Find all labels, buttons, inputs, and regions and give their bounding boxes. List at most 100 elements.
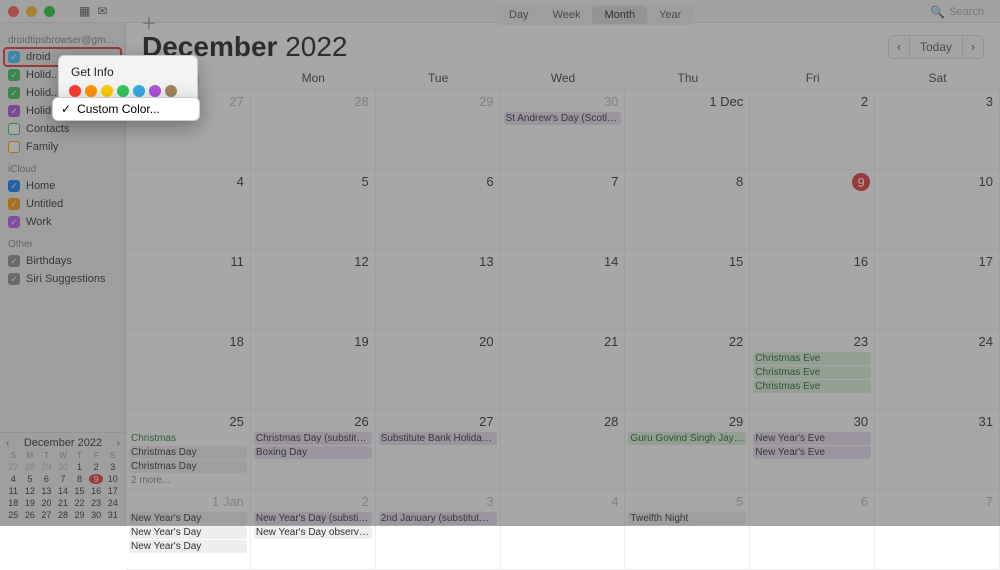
calendar-day-cell[interactable]: 29Guru Govind Singh Jayanti bbox=[625, 410, 750, 490]
mini-day[interactable]: 24 bbox=[105, 498, 120, 508]
mini-day[interactable]: 17 bbox=[105, 486, 120, 496]
calendar-checkbox[interactable] bbox=[8, 141, 20, 153]
mini-day[interactable]: 8 bbox=[72, 474, 87, 484]
mini-day[interactable]: 20 bbox=[39, 498, 54, 508]
calendar-checkbox[interactable]: ✓ bbox=[8, 69, 20, 81]
calendar-checkbox[interactable]: ✓ bbox=[8, 51, 20, 63]
calendar-event[interactable]: New Year's Eve bbox=[753, 446, 871, 459]
mini-day[interactable]: 31 bbox=[105, 510, 120, 520]
calendar-day-cell[interactable]: 19 bbox=[251, 330, 376, 410]
mini-day[interactable]: 12 bbox=[23, 486, 38, 496]
calendar-event[interactable]: Christmas Eve bbox=[753, 352, 871, 365]
calendar-grid[interactable]: 27282930St Andrew's Day (Scotlan...1 Dec… bbox=[126, 90, 1000, 570]
mini-day[interactable]: 19 bbox=[23, 498, 38, 508]
calendar-day-cell[interactable]: 31 bbox=[875, 410, 1000, 490]
calendar-event[interactable]: Christmas Day bbox=[129, 460, 247, 473]
calendar-day-cell[interactable]: 1 Dec bbox=[625, 90, 750, 170]
calendar-day-cell[interactable]: 18 bbox=[126, 330, 251, 410]
mini-day[interactable]: 21 bbox=[56, 498, 71, 508]
mini-day[interactable]: 26 bbox=[23, 510, 38, 520]
mini-day[interactable]: 2 bbox=[89, 462, 104, 472]
color-swatch[interactable] bbox=[149, 85, 161, 97]
calendar-day-cell[interactable]: 25ChristmasChristmas DayChristmas Day2 m… bbox=[126, 410, 251, 490]
calendar-day-cell[interactable]: 5 bbox=[251, 170, 376, 250]
mini-day[interactable]: 7 bbox=[56, 474, 71, 484]
calendar-event[interactable]: Guru Govind Singh Jayanti bbox=[628, 432, 746, 445]
calendar-checkbox[interactable]: ✓ bbox=[8, 198, 20, 210]
minimize-window-button[interactable] bbox=[26, 6, 37, 17]
calendar-event[interactable]: Christmas Day (substitute) bbox=[254, 432, 372, 445]
calendar-day-cell[interactable]: 9 bbox=[750, 170, 875, 250]
mini-day[interactable]: 6 bbox=[39, 474, 54, 484]
calendar-day-cell[interactable]: 24 bbox=[875, 330, 1000, 410]
mini-day[interactable]: 29 bbox=[72, 510, 87, 520]
mini-day[interactable]: 18 bbox=[6, 498, 21, 508]
calendar-day-cell[interactable]: 29 bbox=[376, 90, 501, 170]
calendar-day-cell[interactable]: 17 bbox=[875, 250, 1000, 330]
prev-month-button[interactable]: ‹ bbox=[889, 36, 909, 58]
calendar-event[interactable]: Christmas bbox=[129, 432, 247, 445]
calendar-day-cell[interactable]: 1 JanNew Year's DayNew Year's DayNew Yea… bbox=[126, 490, 251, 570]
calendar-day-cell[interactable]: 13 bbox=[376, 250, 501, 330]
calendar-day-cell[interactable]: 4 bbox=[501, 490, 626, 570]
calendar-event[interactable]: New Year's Day bbox=[129, 526, 247, 539]
calendar-day-cell[interactable]: 6 bbox=[376, 170, 501, 250]
calendar-day-cell[interactable]: 4 bbox=[126, 170, 251, 250]
calendar-checkbox[interactable]: ✓ bbox=[8, 273, 20, 285]
mini-day[interactable]: 9 bbox=[89, 474, 104, 484]
calendar-checkbox[interactable]: ✓ bbox=[8, 105, 20, 117]
view-year[interactable]: Year bbox=[647, 6, 693, 24]
color-swatch[interactable] bbox=[117, 85, 129, 97]
calendar-day-cell[interactable]: 21 bbox=[501, 330, 626, 410]
calendar-checkbox[interactable]: ✓ bbox=[8, 216, 20, 228]
calendar-day-cell[interactable]: 28 bbox=[501, 410, 626, 490]
mini-day[interactable]: 28 bbox=[23, 462, 38, 472]
mini-day[interactable]: 11 bbox=[6, 486, 21, 496]
mini-day[interactable]: 3 bbox=[105, 462, 120, 472]
color-swatch[interactable] bbox=[69, 85, 81, 97]
calendar-day-cell[interactable]: 15 bbox=[625, 250, 750, 330]
calendar-day-cell[interactable]: 7 bbox=[875, 490, 1000, 570]
color-swatch[interactable] bbox=[85, 85, 97, 97]
color-swatch[interactable] bbox=[101, 85, 113, 97]
mini-day[interactable]: 5 bbox=[23, 474, 38, 484]
mini-day[interactable]: 28 bbox=[56, 510, 71, 520]
sidebar-calendar-item[interactable]: ✓Birthdays bbox=[0, 252, 125, 270]
calendar-day-cell[interactable]: 32nd January (substitute d... bbox=[376, 490, 501, 570]
calendar-event[interactable]: Twelfth Night bbox=[628, 512, 746, 525]
view-day[interactable]: Day bbox=[497, 6, 541, 24]
mini-day[interactable]: 22 bbox=[72, 498, 87, 508]
today-button[interactable]: Today bbox=[909, 36, 962, 58]
mini-day[interactable]: 1 bbox=[72, 462, 87, 472]
calendar-checkbox[interactable] bbox=[8, 123, 20, 135]
calendar-day-cell[interactable]: 2New Year's Day (substitu...New Year's D… bbox=[251, 490, 376, 570]
mini-prev-button[interactable]: ‹ bbox=[6, 438, 9, 449]
calendar-event[interactable]: New Year's Day observed bbox=[254, 526, 372, 539]
ctx-custom-color-item[interactable]: ✓ Custom Color... bbox=[52, 97, 200, 121]
calendar-day-cell[interactable]: 16 bbox=[750, 250, 875, 330]
mini-day[interactable]: 4 bbox=[6, 474, 21, 484]
calendar-event[interactable]: Christmas Eve bbox=[753, 380, 871, 393]
calendar-event[interactable]: Christmas Day bbox=[129, 446, 247, 459]
calendar-event[interactable]: Boxing Day bbox=[254, 446, 372, 459]
search-field[interactable]: 🔍 Search bbox=[930, 5, 984, 19]
view-week[interactable]: Week bbox=[541, 6, 593, 24]
calendar-day-cell[interactable]: 2 bbox=[750, 90, 875, 170]
next-month-button[interactable]: › bbox=[962, 36, 983, 58]
calendar-day-cell[interactable]: 30New Year's EveNew Year's Eve bbox=[750, 410, 875, 490]
mini-day[interactable]: 27 bbox=[6, 462, 21, 472]
mini-day[interactable]: 15 bbox=[72, 486, 87, 496]
calendar-event[interactable]: 2 more... bbox=[129, 474, 247, 487]
add-event-button[interactable]: ＋ bbox=[141, 10, 157, 34]
calendar-day-cell[interactable]: 8 bbox=[625, 170, 750, 250]
close-window-button[interactable] bbox=[8, 6, 19, 17]
sidebar-calendar-item[interactable]: Family bbox=[0, 138, 125, 156]
mini-day[interactable]: 30 bbox=[89, 510, 104, 520]
sidebar-calendar-item[interactable]: ✓Home bbox=[0, 177, 125, 195]
calendar-day-cell[interactable]: 28 bbox=[251, 90, 376, 170]
mini-day[interactable]: 23 bbox=[89, 498, 104, 508]
calendar-event[interactable]: Substitute Bank Holiday f... bbox=[379, 432, 497, 445]
mini-day[interactable]: 29 bbox=[39, 462, 54, 472]
calendar-day-cell[interactable]: 10 bbox=[875, 170, 1000, 250]
calendar-event[interactable]: New Year's Eve bbox=[753, 432, 871, 445]
